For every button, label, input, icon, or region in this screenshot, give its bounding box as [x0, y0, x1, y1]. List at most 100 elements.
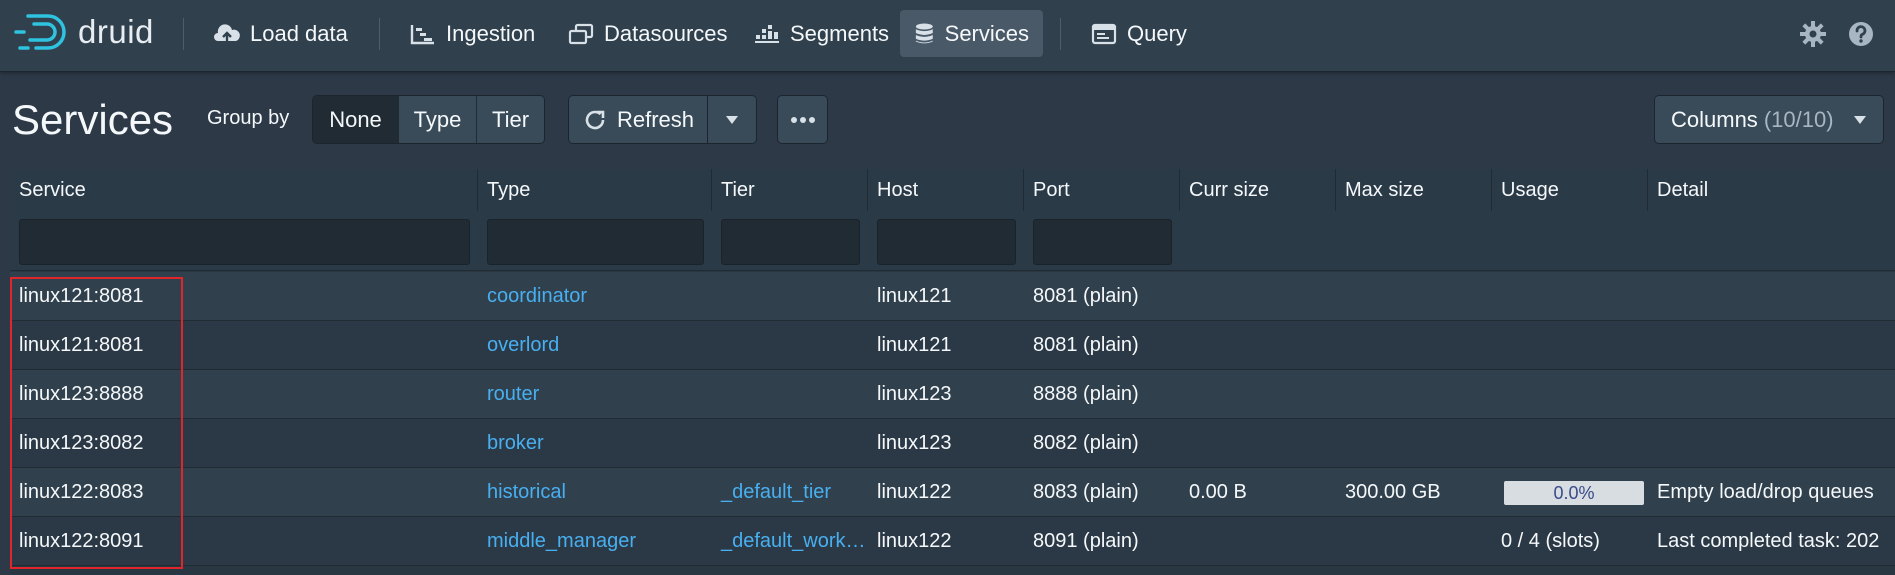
services-table: Service Type Tier Host Port Curr size Ma… — [10, 169, 1895, 575]
table-row: linux123:8888 router linux123 8888 (plai… — [10, 370, 1895, 419]
host-cell: linux122 — [877, 530, 952, 552]
group-by-label: Group by — [207, 107, 290, 129]
columns-button[interactable]: Columns (10/10) — [1655, 96, 1883, 143]
nav-divider — [1060, 18, 1061, 50]
host-cell: linux121 — [877, 334, 952, 356]
tier-link[interactable] — [712, 419, 868, 468]
max-size-cell: 300.00 GB — [1345, 481, 1441, 503]
caret-down-icon — [1854, 116, 1866, 124]
column-header-port[interactable]: Port — [1024, 169, 1180, 211]
host-cell: linux122 — [877, 481, 952, 503]
type-link[interactable]: broker — [478, 419, 712, 468]
stacked-chart-icon — [755, 24, 779, 43]
column-header-max-size[interactable]: Max size — [1336, 169, 1492, 211]
group-by-tier-button[interactable]: Tier — [477, 96, 544, 143]
page-title: Services — [12, 96, 174, 143]
cloud-upload-icon — [214, 23, 240, 44]
nav-segments[interactable]: Segments — [740, 10, 903, 57]
nav-ingestion-label: Ingestion — [446, 20, 536, 46]
group-by-none-button[interactable]: None — [313, 96, 399, 143]
service-cell: linux121:8081 — [19, 285, 144, 307]
column-header-usage[interactable]: Usage — [1492, 169, 1648, 211]
host-cell: linux123 — [877, 383, 952, 405]
host-cell: linux121 — [877, 285, 952, 307]
nav-datasources[interactable]: Datasources — [554, 10, 742, 57]
nav-load-data-label: Load data — [250, 20, 348, 46]
nav-datasources-label: Datasources — [604, 20, 728, 46]
column-header-curr-size[interactable]: Curr size — [1180, 169, 1336, 211]
gear-icon[interactable] — [1799, 20, 1827, 48]
service-cell: linux122:8083 — [19, 481, 144, 503]
top-navbar: druid Load data Ingestion Datasources Se… — [0, 0, 1895, 71]
column-header-service[interactable]: Service — [10, 169, 478, 211]
port-cell: 8091 (plain) — [1033, 530, 1139, 552]
curr-size-cell — [1180, 517, 1336, 566]
refresh-button[interactable]: Refresh — [569, 96, 707, 143]
refresh-button-label: Refresh — [617, 106, 695, 132]
host-cell: linux123 — [877, 432, 952, 454]
curr-size-cell: 0.00 B — [1189, 481, 1247, 503]
type-link[interactable]: overlord — [478, 321, 712, 370]
help-icon[interactable] — [1847, 20, 1875, 48]
table-row: linux122:8091 middle_manager _default_wo… — [10, 517, 1895, 566]
port-cell: 8081 (plain) — [1033, 334, 1139, 356]
service-cell: linux121:8081 — [19, 334, 144, 356]
host-filter-input[interactable] — [877, 219, 1016, 265]
tier-filter-input[interactable] — [721, 219, 860, 265]
column-header-tier[interactable]: Tier — [712, 169, 868, 211]
nav-divider — [379, 18, 380, 50]
table-header-row: Service Type Tier Host Port Curr size Ma… — [10, 169, 1895, 211]
service-filter-input[interactable] — [19, 219, 470, 265]
usage-cell: 0 / 4 (slots) — [1501, 530, 1600, 552]
detail-cell: Last completed task: 202 — [1657, 530, 1880, 552]
port-filter-input[interactable] — [1033, 219, 1172, 265]
nav-segments-label: Segments — [790, 20, 890, 46]
tier-link[interactable]: _default_tier — [712, 468, 868, 517]
druid-logo[interactable]: druid — [14, 10, 154, 54]
application-icon — [1091, 23, 1117, 44]
port-cell: 8081 (plain) — [1033, 285, 1139, 307]
nav-ingestion[interactable]: Ingestion — [396, 10, 549, 57]
tier-link[interactable] — [712, 370, 868, 419]
refresh-icon — [585, 110, 605, 129]
max-size-cell — [1336, 517, 1492, 566]
type-link[interactable]: router — [478, 370, 712, 419]
service-cell: linux122:8091 — [19, 530, 144, 552]
type-link[interactable]: coordinator — [478, 272, 712, 321]
logo-text: druid — [78, 13, 154, 50]
tier-link[interactable] — [712, 272, 868, 321]
type-link[interactable]: middle_manager — [478, 517, 712, 566]
druid-logo-icon — [14, 14, 66, 50]
nav-services-label: Services — [944, 20, 1029, 46]
column-header-detail[interactable]: Detail — [1648, 169, 1895, 211]
type-link[interactable]: historical — [478, 468, 712, 517]
columns-count: (10/10) — [1763, 106, 1834, 132]
column-header-type[interactable]: Type — [478, 169, 712, 211]
table-row: linux123:8082 broker linux123 8082 (plai… — [10, 419, 1895, 468]
database-icon — [915, 22, 933, 43]
service-cell: linux123:8082 — [19, 432, 144, 454]
table-filter-row — [10, 211, 1895, 271]
port-cell: 8888 (plain) — [1033, 383, 1139, 405]
usage-progress-label: 0.0% — [1553, 482, 1595, 503]
port-cell: 8083 (plain) — [1033, 481, 1139, 503]
tier-link[interactable]: _default_work… — [712, 517, 868, 566]
nav-query[interactable]: Query — [1077, 10, 1201, 57]
column-header-host[interactable]: Host — [868, 169, 1024, 211]
nav-services[interactable]: Services — [900, 10, 1043, 57]
detail-cell: Empty load/drop queues — [1657, 481, 1874, 503]
more-options-button[interactable] — [778, 96, 827, 143]
group-by-button-group: None Type Tier — [313, 96, 544, 143]
refresh-options-dropdown[interactable] — [708, 96, 756, 143]
nav-load-data[interactable]: Load data — [200, 10, 362, 57]
tier-link[interactable] — [712, 321, 868, 370]
table-row: linux121:8081 overlord linux121 8081 (pl… — [10, 321, 1895, 370]
table-row: linux121:8081 coordinator linux121 8081 … — [10, 272, 1895, 321]
port-cell: 8082 (plain) — [1033, 432, 1139, 454]
group-by-type-button[interactable]: Type — [399, 96, 477, 143]
nav-query-label: Query — [1127, 20, 1187, 46]
caret-down-icon — [726, 115, 738, 124]
table-row: linux122:8083 historical _default_tier l… — [10, 468, 1895, 517]
usage-progress-bar: 0.0% — [1504, 481, 1644, 505]
type-filter-input[interactable] — [487, 219, 704, 265]
